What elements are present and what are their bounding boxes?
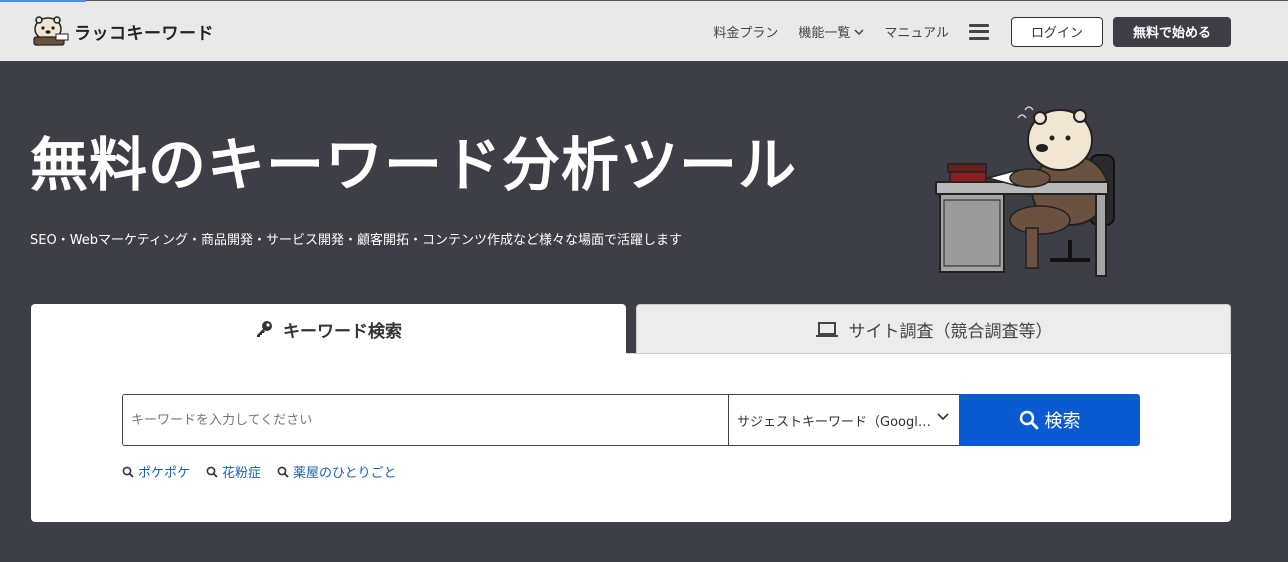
site-header: ラッコキーワード 料金プラン 機能一覧 マニュアル ログイン 無料で始める — [0, 0, 1288, 61]
search-bar: サジェストキーワード（Google） 検索 — [122, 394, 1140, 446]
source-select[interactable]: サジェストキーワード（Google） — [728, 394, 959, 446]
source-select-value: サジェストキーワード（Google） — [737, 414, 931, 430]
search-icon — [1019, 410, 1039, 430]
search-icon — [277, 466, 289, 478]
hero-subtitle: SEO・Webマーケティング・商品開発・サービス開発・顧客開拓・コンテンツ作成な… — [30, 233, 683, 248]
nav-features[interactable]: 機能一覧 — [798, 22, 864, 41]
hamburger-icon[interactable] — [969, 23, 989, 40]
keyword-input[interactable] — [122, 394, 728, 446]
chevron-down-icon — [937, 413, 949, 421]
tab-keyword-search[interactable]: キーワード検索 — [31, 304, 626, 354]
login-button[interactable]: ログイン — [1011, 16, 1103, 47]
search-button[interactable]: 検索 — [959, 394, 1140, 446]
tab-site-research[interactable]: サイト調査（競合調査等） — [636, 304, 1231, 354]
otter-studying-illustration — [935, 106, 1115, 277]
chevron-down-icon — [854, 28, 864, 35]
start-free-button[interactable]: 無料で始める — [1113, 16, 1231, 47]
tab-keyword-search-label: キーワード検索 — [283, 321, 402, 342]
loading-bar — [0, 0, 86, 2]
suggestion-label: 薬屋のひとりごと — [293, 466, 397, 481]
suggestion-label: 花粉症 — [222, 466, 262, 481]
search-icon — [122, 466, 134, 478]
suggestion-label: ポケポケ — [138, 466, 191, 481]
nav-pricing[interactable]: 料金プラン — [713, 22, 778, 41]
nav-features-label: 機能一覧 — [798, 26, 851, 41]
otter-logo-icon — [33, 16, 69, 46]
nav-manual[interactable]: マニュアル — [884, 22, 949, 41]
logo-text: ラッコキーワード — [74, 23, 214, 44]
suggestion-list: ポケポケ 花粉症 薬屋のひとりごと — [122, 462, 413, 481]
search-button-label: 検索 — [1044, 411, 1081, 432]
site-logo[interactable]: ラッコキーワード — [30, 15, 214, 47]
suggestion-link[interactable]: 薬屋のひとりごと — [277, 462, 397, 481]
header-nav: 料金プラン 機能一覧 マニュアル ログイン 無料で始める — [713, 1, 1288, 62]
tab-divider — [626, 353, 1231, 354]
key-icon — [255, 320, 273, 338]
search-icon — [206, 466, 218, 478]
laptop-icon — [815, 321, 839, 339]
suggestion-link[interactable]: 花粉症 — [206, 462, 261, 481]
suggestion-link[interactable]: ポケポケ — [122, 462, 190, 481]
hero-title: 無料のキーワード分析ツール — [30, 131, 798, 199]
tab-site-research-label: サイト調査（競合調査等） — [848, 322, 1053, 342]
